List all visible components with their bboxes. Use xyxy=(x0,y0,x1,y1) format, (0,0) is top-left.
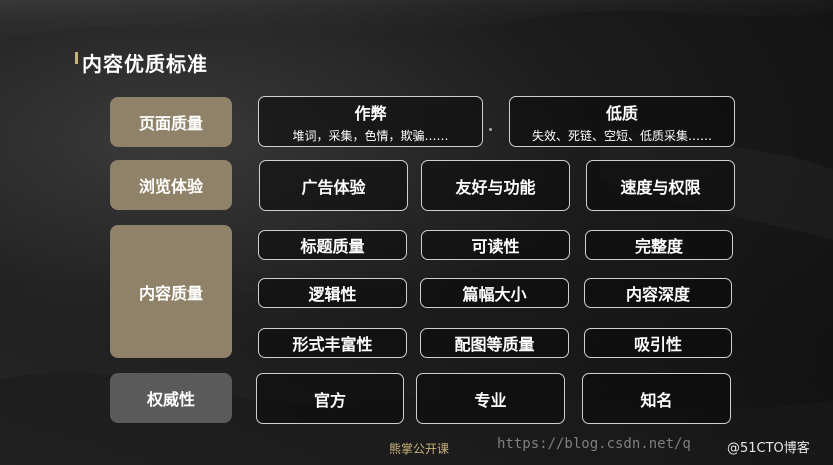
cheating-box: 作弊 堆词，采集，色情，欺骗…… xyxy=(258,96,483,147)
authority-item: 知名 xyxy=(582,373,731,424)
content-quality-item: 标题质量 xyxy=(258,230,407,260)
title-accent-bar xyxy=(75,52,78,64)
separator-dot xyxy=(489,128,492,131)
low-quality-box: 低质 失效、死链、空短、低质采集…… xyxy=(509,96,735,147)
slide-title: 内容优质标准 xyxy=(82,52,208,76)
authority-item: 官方 xyxy=(256,373,404,424)
low-quality-detail: 失效、死链、空短、低质采集…… xyxy=(531,128,712,143)
url-watermark: https://blog.csdn.net/q xyxy=(497,436,691,452)
browse-item: 友好与功能 xyxy=(421,160,570,211)
cheating-label: 作弊 xyxy=(354,103,387,123)
browse-item: 广告体验 xyxy=(259,160,408,211)
category-content-quality: 内容质量 xyxy=(110,225,232,358)
category-page-quality: 页面质量 xyxy=(110,97,232,147)
content-quality-item: 配图等质量 xyxy=(420,328,569,358)
content-quality-item: 吸引性 xyxy=(584,328,732,358)
low-quality-label: 低质 xyxy=(605,103,638,123)
footer-logo: 熊掌公开课 xyxy=(389,442,450,456)
content-quality-item: 形式丰富性 xyxy=(258,328,407,358)
content-quality-item: 可读性 xyxy=(421,230,570,260)
credit-watermark: @51CTO博客 xyxy=(727,441,810,456)
category-browse-experience: 浏览体验 xyxy=(110,160,232,210)
content-quality-item: 完整度 xyxy=(585,230,733,260)
content-quality-item: 篇幅大小 xyxy=(420,278,569,308)
slide: 内容优质标准 页面质量 浏览体验 内容质量 权威性 作弊 堆词，采集，色情，欺骗… xyxy=(0,0,833,465)
cheating-detail: 堆词，采集，色情，欺骗…… xyxy=(292,128,449,143)
content-quality-item: 逻辑性 xyxy=(258,278,407,308)
content-quality-item: 内容深度 xyxy=(584,278,732,308)
category-authority: 权威性 xyxy=(110,373,232,423)
browse-item: 速度与权限 xyxy=(586,160,735,211)
authority-item: 专业 xyxy=(416,373,565,424)
